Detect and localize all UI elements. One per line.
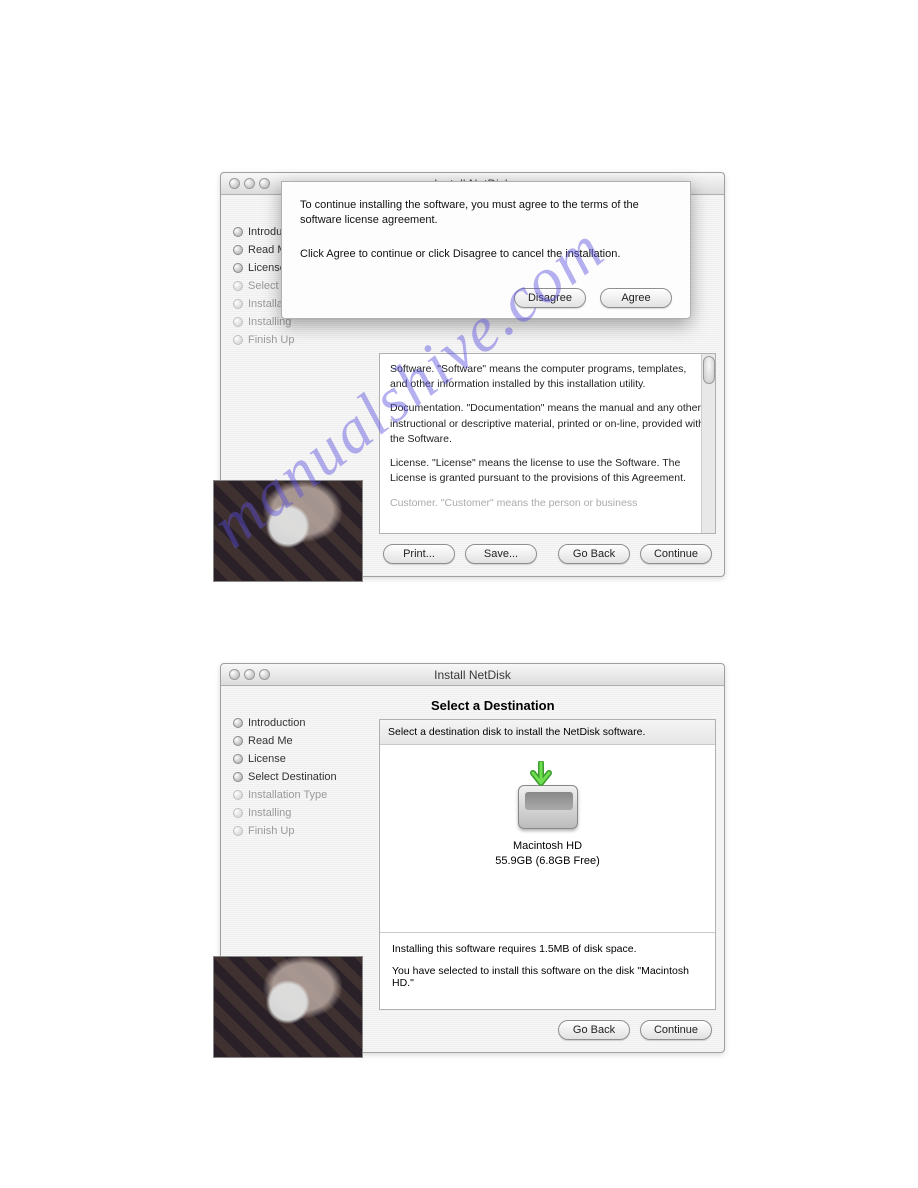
step-bullet-icon — [233, 790, 243, 800]
step-bullet-icon — [233, 317, 243, 327]
step-bullet-icon — [233, 263, 243, 273]
space-required-text: Installing this software requires 1.5MB … — [392, 943, 703, 955]
installer-thumbnail-image — [213, 480, 363, 582]
scrollbar-track[interactable] — [701, 354, 715, 533]
step-label: Select Destination — [248, 771, 337, 783]
sheet-message-1: To continue installing the software, you… — [300, 198, 672, 229]
installer-thumbnail-image — [213, 956, 363, 1058]
destination-subheading: Select a destination disk to install the… — [380, 720, 715, 745]
installer-step: Finish Up — [229, 822, 373, 840]
continue-button[interactable]: Continue — [640, 1020, 712, 1040]
step-label: Read Me — [248, 735, 293, 747]
print-button[interactable]: Print... — [383, 544, 455, 564]
step-bullet-icon — [233, 281, 243, 291]
step-label: Installing — [248, 807, 291, 819]
installer-step: Introduction — [229, 714, 373, 732]
titlebar[interactable]: Install NetDisk — [221, 664, 724, 686]
step-bullet-icon — [233, 299, 243, 309]
scrollbar-thumb[interactable] — [703, 356, 715, 384]
disk-name: Macintosh HD — [513, 839, 582, 854]
step-bullet-icon — [233, 826, 243, 836]
license-sheet-dialog: To continue installing the software, you… — [281, 181, 691, 319]
step-bullet-icon — [233, 736, 243, 746]
step-bullet-icon — [233, 718, 243, 728]
license-paragraph-cut: Customer. "Customer" means the person or… — [390, 496, 705, 511]
installer-step: Finish Up — [229, 331, 373, 349]
license-paragraph: Software. "Software" means the computer … — [390, 362, 705, 392]
go-back-button[interactable]: Go Back — [558, 1020, 630, 1040]
license-paragraph: License. "License" means the license to … — [390, 456, 705, 486]
step-bullet-icon — [233, 754, 243, 764]
window-title: Install NetDisk — [221, 668, 724, 682]
license-text-panel[interactable]: Software. "Software" means the computer … — [379, 353, 716, 534]
step-bullet-icon — [233, 245, 243, 255]
continue-button[interactable]: Continue — [640, 544, 712, 564]
license-paragraph: Documentation. "Documentation" means the… — [390, 401, 705, 447]
selected-disk-text: You have selected to install this softwa… — [392, 965, 703, 989]
installer-step: Installing — [229, 804, 373, 822]
destination-info: Installing this software requires 1.5MB … — [380, 932, 715, 1009]
disk-icon[interactable] — [513, 763, 583, 833]
step-label: Installation Type — [248, 789, 327, 801]
sheet-message-2: Click Agree to continue or click Disagre… — [300, 247, 672, 262]
installer-window-license: Install NetDisk To continue installing t… — [220, 172, 725, 577]
disk-size: 55.9GB (6.8GB Free) — [495, 854, 600, 869]
installer-window-destination: Install NetDisk Introduction Read Me Licen… — [220, 663, 725, 1053]
step-bullet-icon — [233, 772, 243, 782]
installer-step: Installation Type — [229, 786, 373, 804]
destination-panel: Select a destination disk to install the… — [379, 719, 716, 1010]
installer-step: Select Destination — [229, 768, 373, 786]
save-button[interactable]: Save... — [465, 544, 537, 564]
page-title: Select a Destination — [379, 694, 716, 719]
step-label: Finish Up — [248, 825, 294, 837]
step-bullet-icon — [233, 227, 243, 237]
installer-step: Read Me — [229, 732, 373, 750]
disagree-button[interactable]: Disagree — [514, 288, 586, 308]
step-label: Introduction — [248, 717, 305, 729]
step-label: Finish Up — [248, 334, 294, 346]
step-label: License — [248, 753, 286, 765]
agree-button[interactable]: Agree — [600, 288, 672, 308]
step-bullet-icon — [233, 335, 243, 345]
go-back-button[interactable]: Go Back — [558, 544, 630, 564]
step-bullet-icon — [233, 808, 243, 818]
installer-step: License — [229, 750, 373, 768]
installer-sidebar: Introduction Read Me License Select Destina… — [221, 686, 379, 1052]
